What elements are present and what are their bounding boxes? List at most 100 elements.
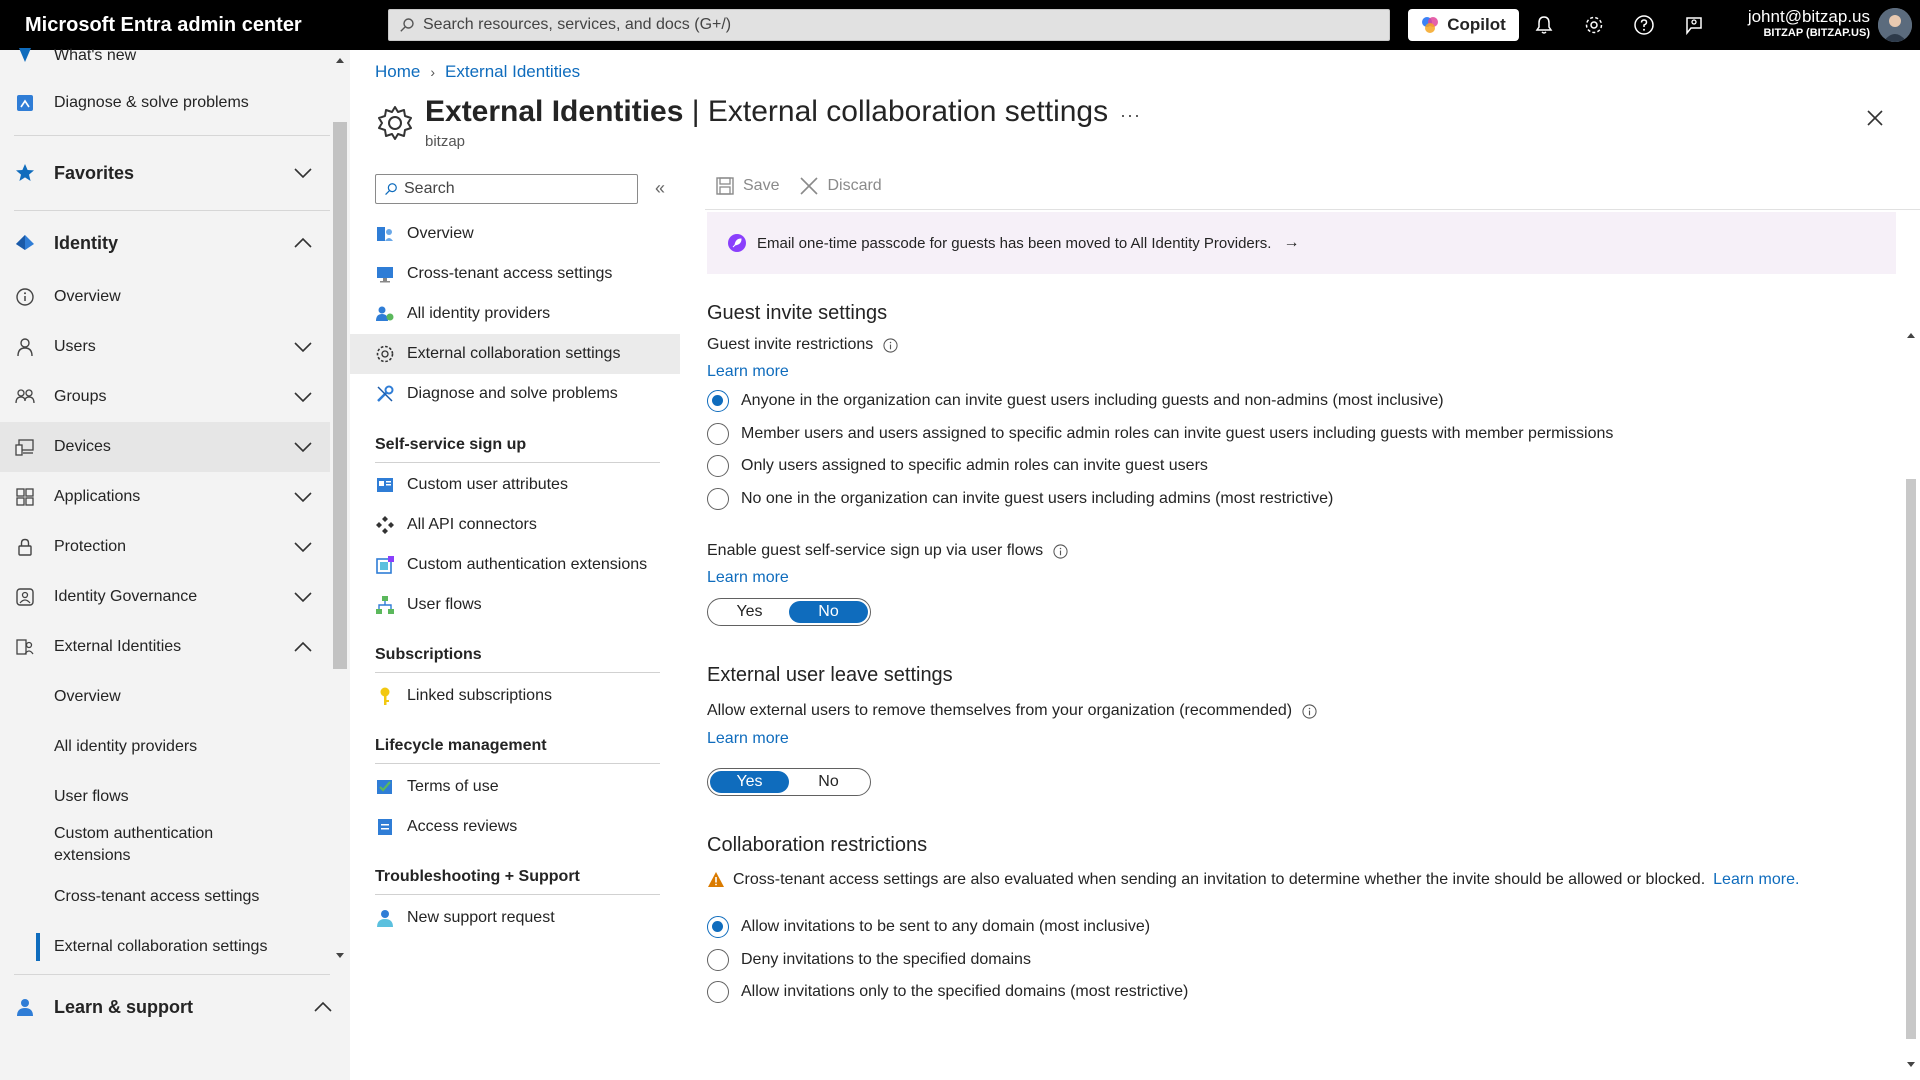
guest-invite-option-admins[interactable]: Only users assigned to specific admin ro…: [707, 455, 1208, 477]
nav-diagnose[interactable]: Diagnose & solve problems: [0, 88, 330, 118]
breadcrumb-external-identities[interactable]: External Identities: [445, 62, 580, 82]
self-service-toggle[interactable]: Yes No: [707, 598, 871, 626]
guest-invite-option-members[interactable]: Member users and users assigned to speci…: [707, 423, 1613, 445]
gear-icon: [375, 344, 395, 364]
diagnose-icon: [15, 93, 35, 113]
nav-ext-overview[interactable]: Overview: [0, 682, 330, 712]
search-icon: [384, 182, 398, 196]
menu-custom-auth-extensions[interactable]: Custom authentication extensions: [350, 545, 680, 585]
nav-protection-label: Protection: [54, 538, 127, 555]
nav-favorites[interactable]: Favorites: [0, 158, 330, 188]
info-icon[interactable]: [883, 337, 898, 353]
scroll-down-icon[interactable]: [1906, 1059, 1916, 1069]
nav-identity[interactable]: Identity: [0, 228, 330, 258]
toggle-no-selected[interactable]: No: [789, 601, 868, 623]
settings-gear-icon[interactable]: [1582, 13, 1606, 37]
guest-invite-option-no-one[interactable]: No one in the organization can invite gu…: [707, 488, 1333, 510]
radio-unselected[interactable]: [707, 981, 729, 1003]
guest-invite-option-anyone[interactable]: Anyone in the organization can invite gu…: [707, 390, 1444, 412]
overview-icon: [375, 224, 395, 244]
nav-users[interactable]: Users: [0, 332, 330, 362]
nav-ext-collab-label: External collaboration settings: [54, 938, 268, 955]
feedback-icon[interactable]: [1682, 13, 1706, 37]
nav-ext-cross-tenant-label: Cross-tenant access settings: [54, 888, 260, 905]
avatar[interactable]: [1878, 8, 1912, 42]
external-identities-icon: [15, 637, 35, 657]
collab-option-any-domain[interactable]: Allow invitations to be sent to any doma…: [707, 916, 1150, 938]
identity-icon: [15, 233, 35, 253]
nav-groups[interactable]: Groups: [0, 382, 330, 412]
scroll-up-icon[interactable]: [1906, 331, 1916, 341]
menu-linked-subscriptions[interactable]: Linked subscriptions: [350, 676, 680, 716]
breadcrumb-home[interactable]: Home: [375, 62, 420, 82]
menu-terms-of-use[interactable]: Terms of use: [350, 767, 680, 807]
info-icon[interactable]: [1053, 543, 1068, 559]
collab-option-deny-domains[interactable]: Deny invitations to the specified domain…: [707, 949, 1031, 971]
leave-toggle[interactable]: Yes No: [707, 768, 871, 796]
save-button[interactable]: Save: [715, 176, 779, 196]
radio-unselected[interactable]: [707, 949, 729, 971]
self-service-signup-text: Enable guest self-service sign up via us…: [707, 542, 1044, 559]
radio-unselected[interactable]: [707, 488, 729, 510]
account-info[interactable]: johnt@bitzap.us BITZAP (BITZAP.US): [1748, 7, 1870, 39]
discard-button[interactable]: Discard: [799, 176, 882, 196]
leave-learn-more-link[interactable]: Learn more: [707, 730, 789, 748]
scroll-down-icon[interactable]: [335, 950, 345, 960]
nav-protection[interactable]: Protection: [0, 532, 330, 562]
scrollbar-thumb[interactable]: [333, 122, 347, 669]
menu-all-api-connectors[interactable]: All API connectors: [350, 505, 680, 545]
self-service-learn-more-link[interactable]: Learn more: [707, 569, 789, 587]
nav-identity-governance[interactable]: Identity Governance: [0, 582, 330, 612]
scrollbar-thumb[interactable]: [1906, 479, 1916, 1039]
nav-learn-support[interactable]: Learn & support: [0, 992, 332, 1022]
scroll-up-icon[interactable]: [335, 56, 345, 66]
close-icon[interactable]: [1864, 107, 1886, 129]
nav-whats-new[interactable]: What's new: [0, 44, 330, 68]
menu-group-subscriptions: Subscriptions: [375, 646, 660, 673]
guest-invite-learn-more-link[interactable]: Learn more: [707, 363, 789, 381]
toggle-no[interactable]: No: [789, 771, 868, 793]
content-scrollbar[interactable]: [1902, 274, 1920, 1080]
menu-custom-user-attributes-label: Custom user attributes: [407, 476, 568, 493]
breadcrumb-chevron-icon: ›: [430, 64, 436, 80]
left-nav-scrollbar[interactable]: [330, 50, 350, 1080]
menu-new-support-request[interactable]: New support request: [350, 898, 680, 938]
nav-ext-cross-tenant[interactable]: Cross-tenant access settings: [0, 882, 330, 912]
help-icon[interactable]: [1632, 13, 1656, 37]
nav-ext-custom-auth[interactable]: Custom authentication extensions: [0, 822, 330, 868]
toggle-yes[interactable]: Yes: [710, 601, 789, 623]
chevron-up-icon: [293, 236, 313, 250]
menu-all-identity-providers[interactable]: All identity providers: [350, 294, 680, 334]
nav-overview[interactable]: Overview: [0, 282, 330, 312]
whats-new-icon: [15, 46, 35, 66]
toggle-yes-selected[interactable]: Yes: [710, 771, 789, 793]
nav-ext-collab-settings[interactable]: External collaboration settings: [0, 932, 330, 962]
collab-option-allow-only[interactable]: Allow invitations only to the specified …: [707, 981, 1188, 1003]
radio-unselected[interactable]: [707, 423, 729, 445]
info-banner[interactable]: Email one-time passcode for guests has b…: [707, 212, 1896, 274]
menu-cross-tenant[interactable]: Cross-tenant access settings: [350, 254, 680, 294]
nav-applications[interactable]: Applications: [0, 482, 330, 512]
copilot-button[interactable]: Copilot: [1408, 9, 1519, 41]
info-icon[interactable]: [1302, 703, 1317, 719]
notifications-icon[interactable]: [1532, 13, 1556, 37]
nav-devices[interactable]: Devices: [0, 422, 330, 472]
nav-ext-all-identity-providers[interactable]: All identity providers: [0, 732, 330, 762]
nav-external-identities[interactable]: External Identities: [0, 632, 330, 662]
global-search-input[interactable]: Search resources, services, and docs (G+…: [388, 9, 1390, 41]
nav-ext-user-flows[interactable]: User flows: [0, 782, 330, 812]
radio-selected[interactable]: [707, 916, 729, 938]
more-options-icon[interactable]: ···: [1120, 105, 1141, 126]
menu-access-reviews[interactable]: Access reviews: [350, 807, 680, 847]
resource-menu-search-input[interactable]: Search: [375, 174, 638, 204]
menu-user-flows[interactable]: User flows: [350, 585, 680, 625]
app-title[interactable]: Microsoft Entra admin center: [0, 14, 378, 37]
collab-learn-more-link[interactable]: Learn more.: [1713, 871, 1799, 889]
radio-unselected[interactable]: [707, 455, 729, 477]
menu-external-collab-settings[interactable]: External collaboration settings: [350, 334, 680, 374]
collapse-menu-icon[interactable]: «: [655, 178, 665, 199]
menu-overview[interactable]: Overview: [350, 214, 680, 254]
menu-diagnose[interactable]: Diagnose and solve problems: [350, 374, 680, 414]
radio-selected[interactable]: [707, 390, 729, 412]
menu-custom-user-attributes[interactable]: Custom user attributes: [350, 465, 680, 505]
